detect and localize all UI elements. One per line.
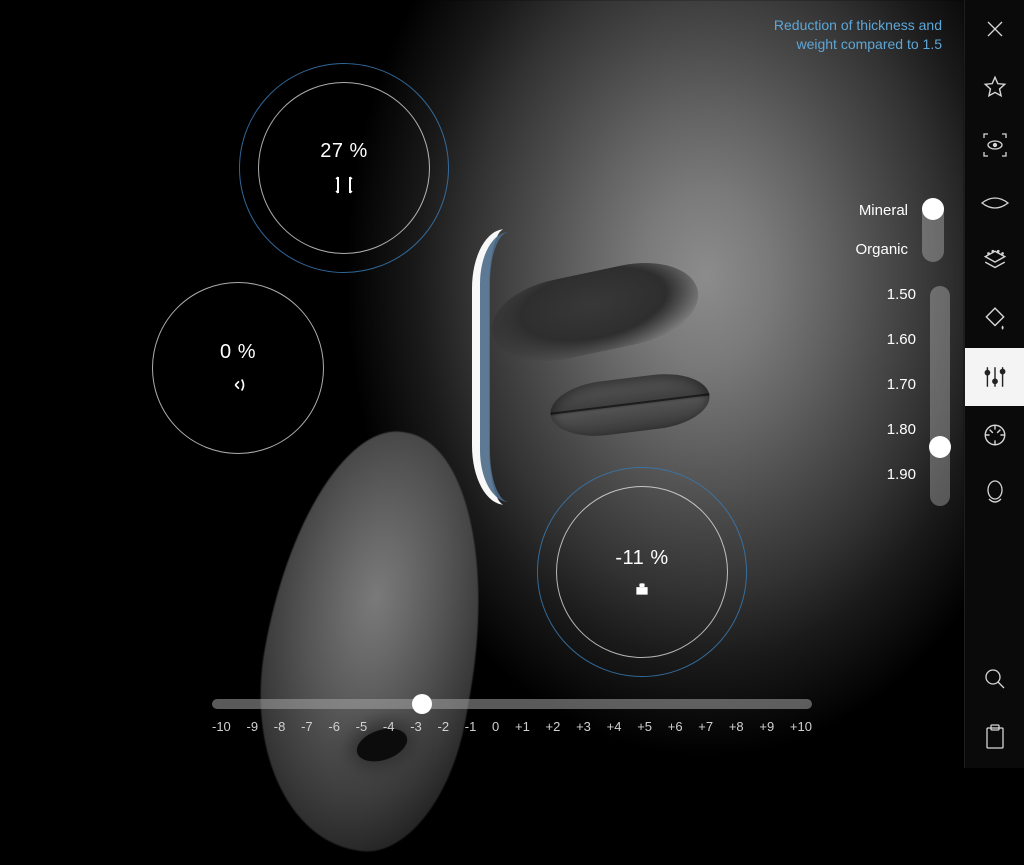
diopter-tick: -1 <box>465 719 477 734</box>
right-toolbar <box>964 0 1024 768</box>
header-caption: Reduction of thickness and weight compar… <box>774 16 942 54</box>
lens-icon[interactable] <box>965 174 1024 232</box>
index-option[interactable]: 1.50 <box>887 286 916 303</box>
diopter-tick: -10 <box>212 719 231 734</box>
material-track[interactable] <box>922 198 944 262</box>
diopter-tick: +6 <box>668 719 683 734</box>
thickness-icon <box>332 173 356 197</box>
target-icon[interactable] <box>965 406 1024 464</box>
distortion-icon <box>227 374 249 396</box>
material-toggle[interactable]: Mineral Organic <box>855 198 950 262</box>
search-icon[interactable] <box>965 650 1024 708</box>
diopter-tick: -4 <box>383 719 395 734</box>
diopter-track[interactable] <box>212 699 812 709</box>
index-knob[interactable] <box>929 436 951 458</box>
diopter-knob[interactable] <box>412 694 432 714</box>
thickness-value: 27 % <box>320 140 368 163</box>
diopter-tick: -7 <box>301 719 313 734</box>
diopter-tick: +7 <box>698 719 713 734</box>
thickness-gauge[interactable]: 27 % <box>258 82 430 254</box>
caption-line2: weight compared to 1.5 <box>774 35 942 54</box>
diopter-tick: +10 <box>790 719 812 734</box>
weight-gauge[interactable]: -11 % <box>556 486 728 658</box>
layers-icon[interactable] <box>965 232 1024 290</box>
index-option[interactable]: 1.70 <box>887 376 916 393</box>
diopter-scale: -10-9-8-7-6-5-4-3-2-10+1+2+3+4+5+6+7+8+9… <box>212 719 812 734</box>
diopter-tick: +2 <box>546 719 561 734</box>
diopter-tick: +5 <box>637 719 652 734</box>
material-option-mineral[interactable]: Mineral <box>855 202 908 219</box>
diopter-tick: +8 <box>729 719 744 734</box>
material-option-organic[interactable]: Organic <box>855 241 908 258</box>
caption-line1: Reduction of thickness and <box>774 16 942 35</box>
diopter-tick: -3 <box>410 719 422 734</box>
material-knob[interactable] <box>922 198 944 220</box>
index-labels: 1.50 1.60 1.70 1.80 1.90 <box>887 286 916 506</box>
star-icon[interactable] <box>965 58 1024 116</box>
diopter-tick: -9 <box>247 719 259 734</box>
index-track[interactable] <box>930 286 950 506</box>
close-icon[interactable] <box>965 0 1024 58</box>
distortion-gauge[interactable]: 0 % <box>152 282 324 454</box>
diopter-tick: 0 <box>492 719 499 734</box>
index-slider[interactable]: 1.50 1.60 1.70 1.80 1.90 <box>887 286 950 506</box>
clipboard-icon[interactable] <box>965 708 1024 766</box>
diopter-slider[interactable]: -10-9-8-7-6-5-4-3-2-10+1+2+3+4+5+6+7+8+9… <box>212 699 812 734</box>
index-option[interactable]: 1.90 <box>887 466 916 483</box>
sliders-icon[interactable] <box>965 348 1024 406</box>
lens-cross-section <box>462 232 536 502</box>
diopter-tick: -8 <box>274 719 286 734</box>
diopter-tick: +9 <box>759 719 774 734</box>
diopter-tick: -6 <box>328 719 340 734</box>
diopter-tick: -5 <box>356 719 368 734</box>
weight-icon <box>633 580 651 598</box>
eye-focus-icon[interactable] <box>965 116 1024 174</box>
index-option[interactable]: 1.60 <box>887 331 916 348</box>
diopter-tick: -2 <box>437 719 449 734</box>
diopter-tick: +3 <box>576 719 591 734</box>
index-option[interactable]: 1.80 <box>887 421 916 438</box>
weight-value: -11 % <box>615 547 668 570</box>
drop-icon[interactable] <box>965 290 1024 348</box>
head-icon[interactable] <box>965 464 1024 522</box>
diopter-tick: +4 <box>607 719 622 734</box>
diopter-tick: +1 <box>515 719 530 734</box>
distortion-value: 0 % <box>220 341 256 364</box>
